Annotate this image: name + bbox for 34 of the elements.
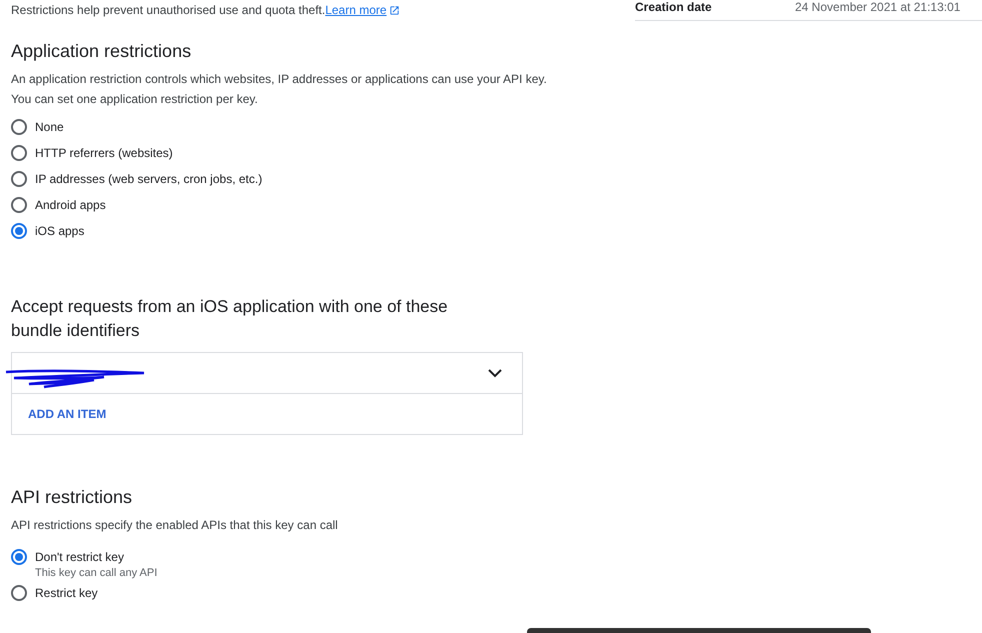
radio-option[interactable]: iOS apps [11, 223, 571, 249]
section-title: API restrictions [11, 486, 134, 509]
radio-option[interactable]: Android apps [11, 197, 571, 223]
radio-button[interactable] [11, 549, 27, 565]
option-label: None [35, 120, 64, 134]
radio-option[interactable]: Restrict key [11, 585, 571, 611]
section-title: Accept requests from an iOS application with one of these bundle identifiers [11, 296, 449, 342]
option-label: Android apps [35, 198, 106, 212]
radio-option[interactable]: IP addresses (web servers, cron jobs, etc.) [11, 171, 571, 197]
section-description: API restrictions specify the enabled APIs that this key can call [11, 517, 339, 534]
external-link-icon [388, 4, 400, 16]
option-label: iOS apps [35, 224, 84, 238]
detail-value: 24 November 2021 at 21:13:01 [795, 0, 960, 14]
radio-option[interactable]: Don't restrict key This key can call any API [11, 549, 571, 585]
section-title: Application restrictions [11, 40, 192, 63]
option-hint: This key can call any API [35, 567, 158, 579]
radio-button[interactable] [11, 119, 27, 135]
option-label: IP addresses (web servers, cron jobs, etc.) [35, 172, 262, 186]
radio-button[interactable] [11, 223, 27, 239]
radio-button[interactable] [11, 585, 27, 601]
option-label: Don't restrict key [35, 550, 125, 564]
radio-option[interactable]: HTTP referrers (websites) [11, 145, 571, 171]
radio-button[interactable] [11, 197, 27, 213]
detail-label: Creation date [635, 0, 713, 14]
radio-button[interactable] [11, 145, 27, 161]
intro-text: Restrictions help prevent unauthorised use and quota theft.Learn more [11, 3, 571, 17]
radio-option[interactable]: None [11, 119, 571, 145]
chevron-down-icon[interactable] [488, 368, 502, 378]
option-label: HTTP referrers (websites) [35, 146, 173, 160]
section-description: An application restriction controls which websites, IP addresses or applications can use your API key. You can set one application restriction per key. [11, 71, 547, 108]
option-label: Restrict key [35, 586, 98, 600]
add-item-button[interactable]: ADD AN ITEM [12, 394, 122, 434]
radio-button[interactable] [11, 171, 27, 187]
learn-more-link[interactable]: Learn more [325, 3, 400, 17]
